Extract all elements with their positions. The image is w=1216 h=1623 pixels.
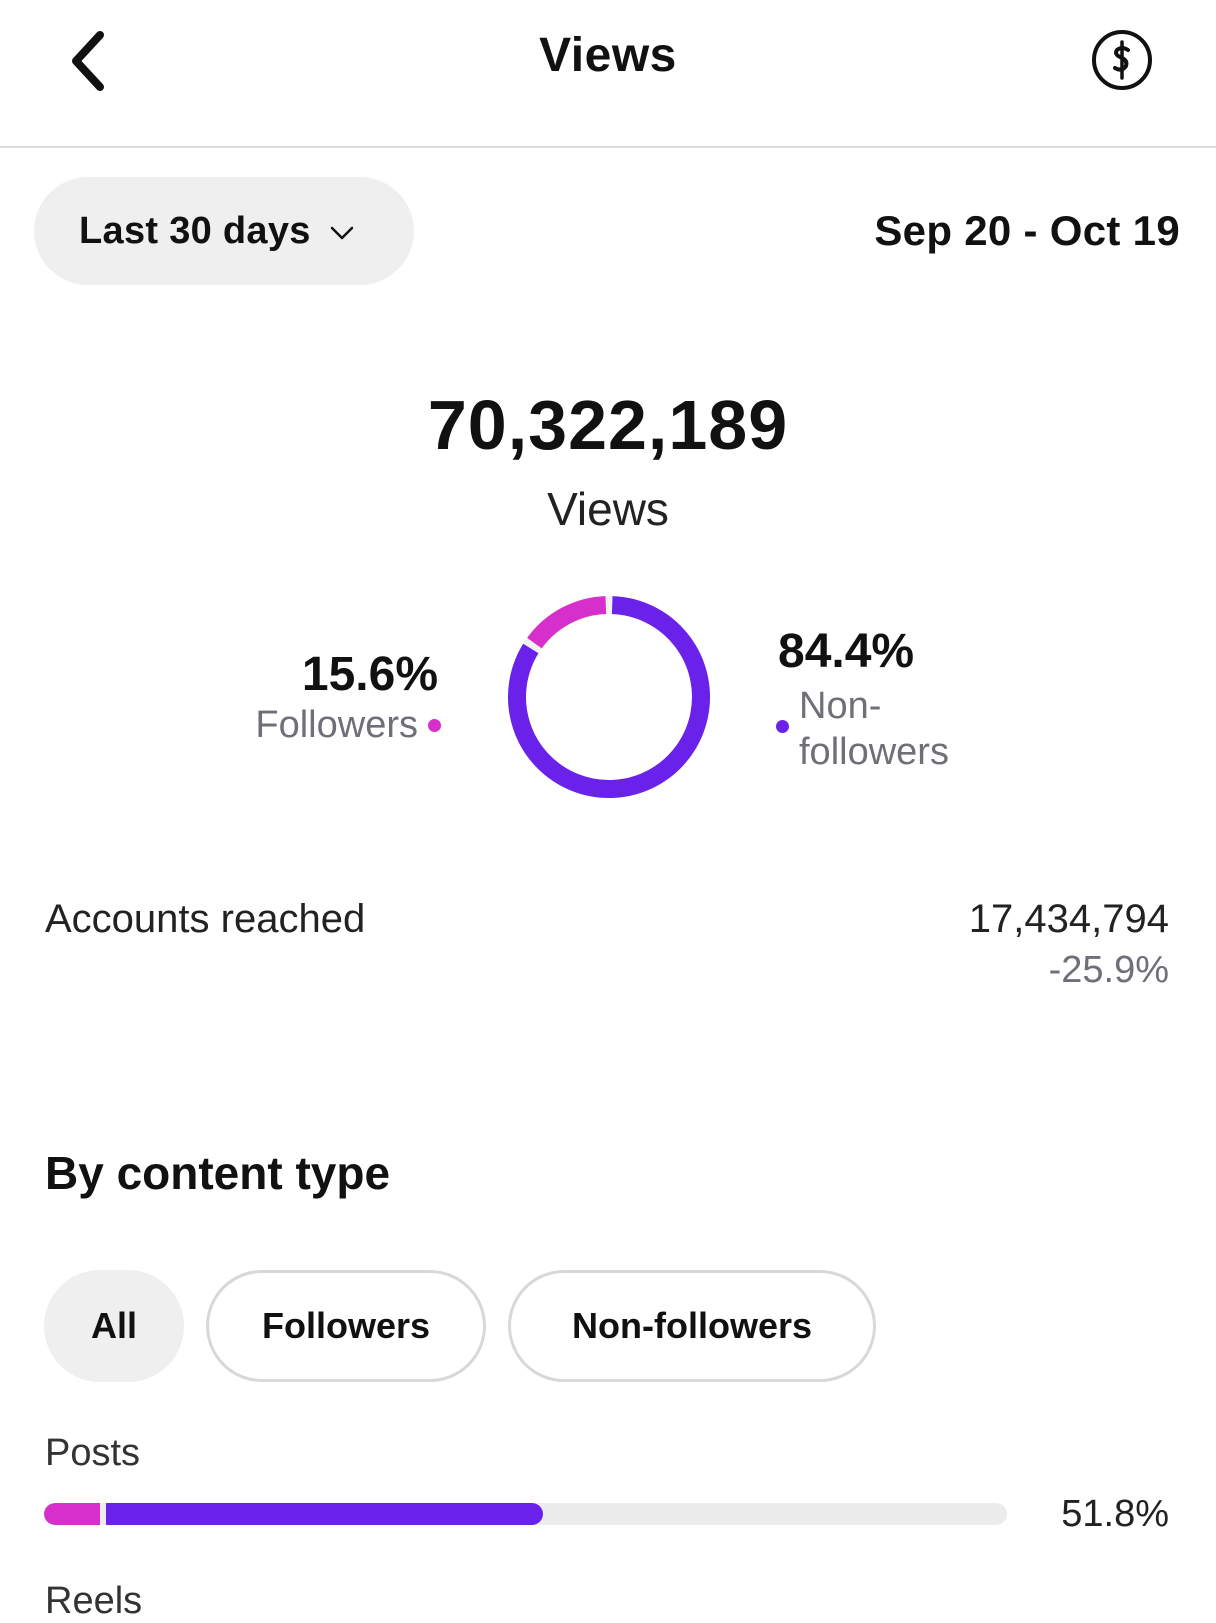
top-bar: Views	[0, 0, 1216, 148]
views-donut-chart	[508, 596, 710, 798]
donut-slice-followers	[527, 596, 607, 649]
posts-progress-bar	[44, 1503, 1007, 1525]
page-title: Views	[539, 29, 677, 82]
followers-legend: Followers	[255, 704, 441, 747]
chevron-down-icon	[330, 226, 353, 240]
dollar-coin-icon	[1092, 30, 1152, 90]
nonfollowers-percentage: 84.4%	[778, 625, 915, 678]
nonfollowers-legend: Non-followers	[776, 683, 989, 775]
tab-all[interactable]: All	[44, 1270, 184, 1382]
posts-label: Posts	[45, 1432, 141, 1474]
reels-label: Reels	[45, 1580, 143, 1622]
date-range: Sep 20 - Oct 19	[874, 207, 1180, 254]
accounts-reached-label: Accounts reached	[45, 897, 366, 941]
tab-followers[interactable]: Followers	[206, 1270, 486, 1382]
accounts-reached-change: -25.9%	[1048, 949, 1169, 991]
posts-nonfollowers-segment	[106, 1503, 543, 1525]
period-label: Last 30 days	[79, 209, 311, 252]
accounts-reached-value: 17,434,794	[968, 897, 1169, 941]
content-type-title: By content type	[45, 1147, 391, 1199]
posts-followers-segment	[44, 1503, 100, 1525]
nonfollowers-legend-label: Non-followers	[799, 685, 949, 773]
period-dropdown[interactable]: Last 30 days	[34, 177, 414, 285]
followers-legend-label: Followers	[255, 704, 418, 746]
posts-percentage: 51.8%	[1061, 1493, 1169, 1535]
total-views-label: Views	[547, 483, 669, 535]
audience-filter-tabs: All Followers Non-followers	[44, 1270, 876, 1382]
monetization-button[interactable]	[1090, 28, 1154, 92]
total-views-value: 70,322,189	[427, 386, 789, 464]
followers-dot	[428, 719, 441, 732]
tab-nonfollowers[interactable]: Non-followers	[508, 1270, 876, 1382]
nonfollowers-dot	[776, 720, 789, 733]
followers-percentage: 15.6%	[301, 648, 438, 701]
